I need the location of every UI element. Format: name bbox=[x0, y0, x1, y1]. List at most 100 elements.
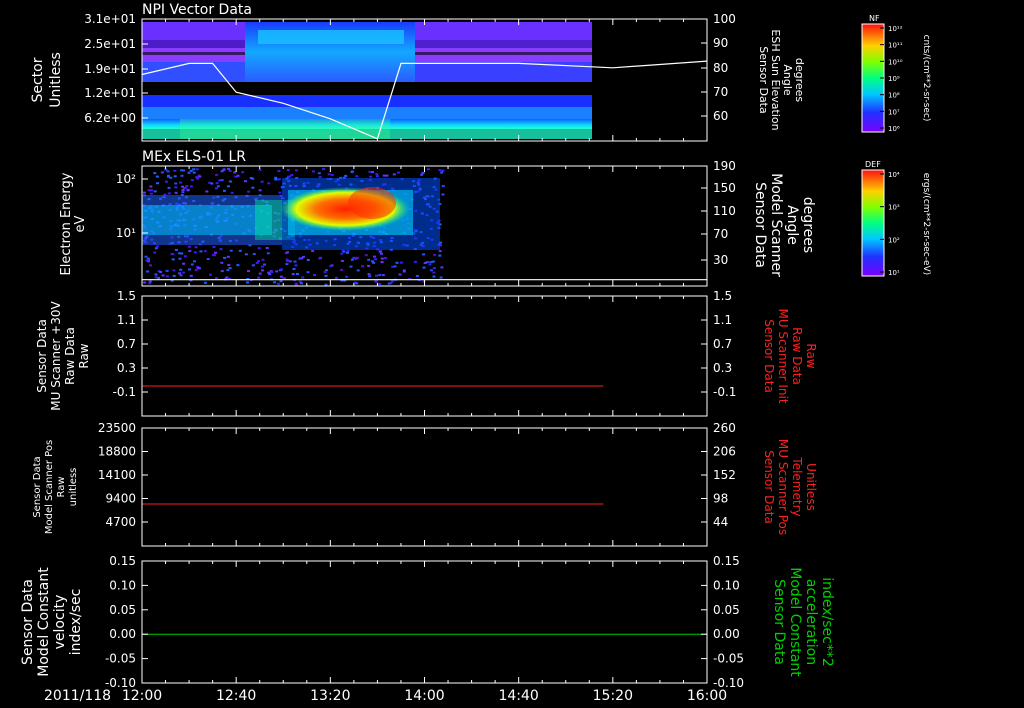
y-tick-label: 14100 bbox=[98, 468, 136, 482]
noise-pixel bbox=[173, 169, 177, 172]
spec-band bbox=[142, 107, 592, 119]
noise-pixel bbox=[251, 186, 255, 189]
noise-pixel bbox=[241, 171, 245, 174]
panel4-right-label: Sensor Data MU Scanner Pos Telemetry Uni… bbox=[762, 439, 818, 535]
noise-pixel bbox=[371, 171, 375, 173]
noise-pixel bbox=[192, 171, 196, 174]
noise-pixel bbox=[295, 169, 298, 172]
noise-pixel bbox=[196, 266, 200, 269]
noise-pixel bbox=[293, 260, 297, 263]
panel1-colorbar: NF 10¹² 10¹¹ 10¹⁰ 10⁹ 10⁸ 10⁷ 10⁶ cnts/(cm**2-… bbox=[861, 14, 931, 133]
noise-pixel bbox=[227, 264, 231, 266]
noise-pixel bbox=[266, 252, 270, 255]
noise-pixel bbox=[393, 265, 397, 268]
panel2-ylabel-line1: Electron Energy bbox=[59, 172, 74, 275]
noise-pixel bbox=[260, 265, 264, 268]
noise-pixel bbox=[274, 176, 278, 179]
noise-pixel bbox=[203, 281, 207, 284]
noise-pixel bbox=[220, 270, 224, 273]
y2-tick-label: 152 bbox=[713, 468, 736, 482]
noise-pixel bbox=[340, 268, 344, 271]
noise-pixel bbox=[179, 181, 183, 184]
noise-pixel bbox=[146, 270, 150, 273]
noise-pixel bbox=[257, 260, 260, 263]
noise-pixel bbox=[164, 180, 168, 183]
noise-pixel bbox=[206, 258, 210, 260]
noise-pixel bbox=[318, 257, 322, 260]
noise-pixel bbox=[345, 275, 349, 278]
y2-tick-label: 0.00 bbox=[713, 627, 740, 641]
noise-pixel bbox=[182, 262, 186, 265]
noise-pixel bbox=[174, 182, 178, 185]
noise-pixel bbox=[182, 271, 186, 274]
y-tick-label: -0.1 bbox=[113, 385, 136, 399]
noise-pixel bbox=[422, 253, 426, 256]
panel3-ylabel-line1: Sensor Data bbox=[35, 319, 49, 393]
noise-pixel bbox=[142, 191, 146, 194]
noise-pixel bbox=[187, 171, 191, 174]
noise-pixel bbox=[355, 175, 359, 178]
panel5-ylabel-line1: Sensor Data bbox=[20, 579, 36, 665]
noise-pixel bbox=[228, 267, 232, 270]
noise-pixel bbox=[167, 192, 171, 195]
noise-pixel bbox=[389, 282, 393, 285]
noise-pixel bbox=[440, 171, 444, 174]
spec-band bbox=[142, 22, 245, 40]
panel-scanner-pos: 23500 18800 14100 9400 4700 260 206 152 98 44 Sen… bbox=[32, 421, 818, 547]
noise-pixel bbox=[194, 246, 198, 249]
noise-pixel bbox=[203, 250, 207, 253]
noise-pixel bbox=[145, 259, 149, 262]
noise-pixel bbox=[277, 178, 281, 181]
noise-pixel bbox=[368, 275, 372, 278]
noise-pixel bbox=[285, 263, 289, 266]
noise-pixel bbox=[313, 274, 316, 276]
noise-pixel bbox=[215, 277, 218, 280]
noise-pixel bbox=[193, 260, 196, 263]
noise-pixel bbox=[420, 173, 424, 176]
noise-pixel bbox=[150, 189, 154, 192]
noise-pixel bbox=[181, 191, 185, 194]
spec-band bbox=[142, 62, 245, 82]
time-tick-label: 14:40 bbox=[498, 688, 538, 704]
noise-pixel bbox=[268, 273, 272, 276]
noise-pixel bbox=[169, 176, 173, 179]
noise-pixel bbox=[220, 179, 224, 182]
noise-pixel bbox=[311, 249, 315, 252]
colorbar-tick-label: 10⁴ bbox=[888, 171, 900, 179]
noise-pixel bbox=[422, 266, 426, 269]
noise-pixel bbox=[384, 257, 387, 259]
noise-pixel bbox=[415, 275, 419, 277]
y2-tick-label: -0.05 bbox=[713, 652, 744, 666]
y2-tick-label: 0.3 bbox=[713, 361, 732, 375]
noise-pixel bbox=[367, 273, 371, 276]
noise-pixel bbox=[174, 248, 178, 251]
date-label: 2011/118 bbox=[44, 688, 111, 704]
panel2-title: MEx ELS-01 LR bbox=[142, 149, 246, 165]
time-tick-label: 12:00 bbox=[122, 688, 162, 704]
noise-pixel bbox=[205, 190, 209, 193]
noise-pixel bbox=[185, 185, 189, 188]
panel5-y2label-line4: index/sec**2 bbox=[819, 577, 835, 667]
y-tick-label: -0.05 bbox=[105, 652, 136, 666]
noise-pixel bbox=[258, 272, 262, 275]
noise-pixel bbox=[325, 269, 328, 272]
noise-pixel bbox=[251, 264, 255, 267]
y2-tick-label: 110 bbox=[713, 204, 736, 218]
noise-pixel bbox=[294, 283, 298, 286]
panel3-axes: 1.5 1.1 0.7 0.3 -0.1 1.5 1.1 0.7 0.3 -0.1 bbox=[113, 289, 736, 416]
noise-pixel bbox=[349, 265, 353, 268]
noise-pixel bbox=[296, 273, 299, 275]
time-tick-label: 15:20 bbox=[593, 688, 633, 704]
noise-pixel bbox=[180, 174, 184, 177]
noise-pixel bbox=[247, 270, 250, 273]
spec-band bbox=[415, 22, 592, 40]
noise-pixel bbox=[382, 174, 386, 177]
noise-pixel bbox=[327, 173, 331, 176]
y-tick-label: 1.5 bbox=[117, 289, 136, 303]
colorbar-tick-label: 10⁸ bbox=[888, 92, 900, 100]
noise-pixel bbox=[372, 261, 376, 264]
noise-pixel bbox=[288, 260, 292, 263]
noise-pixel bbox=[178, 252, 182, 255]
noise-pixel bbox=[421, 171, 425, 174]
panel3-right-label: Sensor Data MU Scanner Init Raw Data Raw bbox=[762, 308, 818, 403]
